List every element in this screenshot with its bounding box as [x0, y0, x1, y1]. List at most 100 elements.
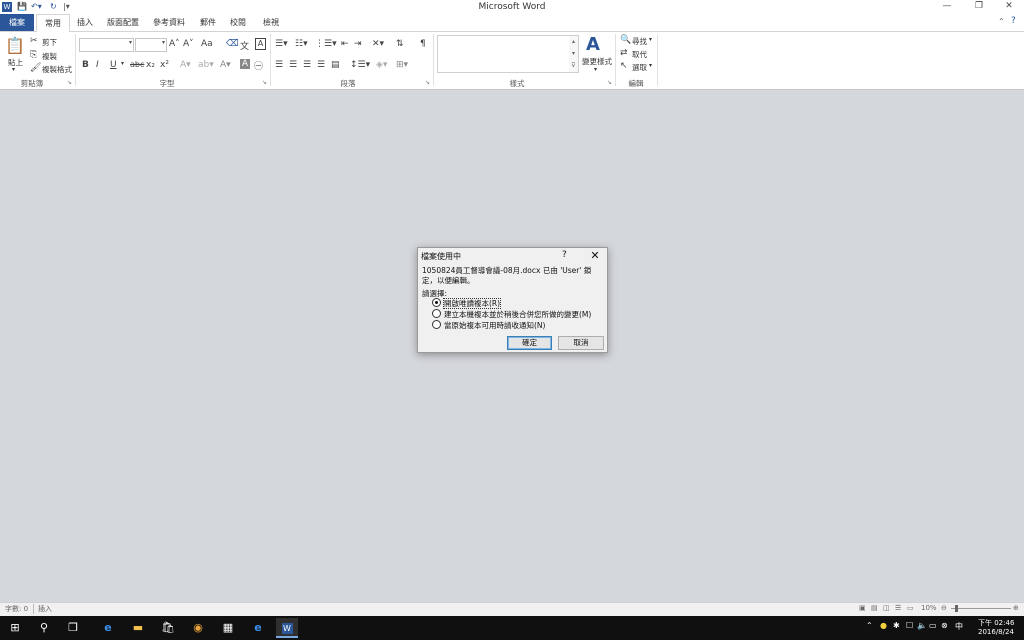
help-icon[interactable]: ? [1011, 16, 1016, 26]
styles-scroll-icon[interactable]: ▴ ▾ ⊽ [569, 35, 579, 73]
paste-label[interactable]: 貼上 [8, 57, 23, 68]
font-size-combo[interactable]: ▾ [135, 38, 167, 52]
outline-view-icon[interactable]: ☰ [895, 604, 901, 612]
draft-view-icon[interactable]: ▭ [907, 604, 914, 612]
chrome-icon[interactable]: ◉ [187, 618, 209, 638]
tab-file[interactable]: 檔案 [0, 14, 34, 31]
select-icon[interactable]: ↖ [620, 61, 628, 71]
store-icon[interactable]: 🛍 [157, 618, 179, 638]
search-icon[interactable]: ⚲ [33, 618, 55, 638]
zoom-level[interactable]: 10% [921, 604, 937, 612]
sort-icon[interactable]: ⇅ [396, 39, 404, 49]
replace-icon[interactable]: ⇄ [620, 48, 628, 58]
subscript-button[interactable]: x₂ [146, 60, 155, 70]
multilevel-list-icon[interactable]: ⋮☰▾ [315, 39, 337, 49]
styles-gallery[interactable] [437, 35, 571, 73]
distributed-icon[interactable]: ▤ [331, 60, 340, 70]
tray-app-icon[interactable]: ● [880, 621, 887, 630]
bullets-icon[interactable]: ☰▾ [275, 39, 288, 49]
font-color-icon[interactable]: A▾ [220, 60, 231, 70]
option-open-read-only[interactable]: 開啟唯讀複本(R) [432, 298, 502, 309]
full-screen-reading-icon[interactable]: ▤ [871, 604, 878, 612]
web-layout-icon[interactable]: ◫ [883, 604, 890, 612]
print-layout-view-icon[interactable]: ▣ [859, 604, 866, 612]
word-taskbar-icon[interactable]: W [276, 618, 298, 638]
font-name-combo[interactable]: ▾ [79, 38, 134, 52]
tab-home[interactable]: 常用 [36, 14, 70, 33]
decrease-indent-icon[interactable]: ⇤ [341, 39, 349, 49]
network-icon[interactable]: ☐ [906, 621, 913, 630]
asian-layout-icon[interactable]: ✕▾ [372, 39, 384, 49]
copy-icon[interactable]: ⎘ [30, 50, 37, 60]
dialog-help-button[interactable]: ? [562, 250, 567, 260]
strikethrough-button[interactable]: abc [130, 60, 144, 69]
clock-date[interactable]: 2016/8/24 [978, 628, 1014, 636]
radio-selected-icon[interactable] [432, 298, 441, 307]
tray-app-icon[interactable]: ✱ [893, 621, 900, 630]
tray-close-icon[interactable]: ⊗ [941, 621, 948, 630]
find-dropdown-icon[interactable]: ▾ [649, 36, 652, 43]
collapse-ribbon-icon[interactable]: ⌃ [998, 17, 1005, 26]
radio-icon[interactable] [432, 320, 441, 329]
radio-icon[interactable] [432, 309, 441, 318]
cancel-button[interactable]: 取消 [558, 336, 604, 350]
option-notify-when-available[interactable]: 當原始複本可用時請收通知(N) [432, 320, 545, 331]
format-painter-label[interactable]: 複製格式 [42, 64, 72, 75]
styles-dialog-launcher-icon[interactable]: ↘ [607, 79, 612, 86]
highlight-icon[interactable]: ab▾ [198, 60, 214, 70]
show-marks-icon[interactable]: ¶ [420, 39, 426, 49]
align-center-icon[interactable]: ☰ [289, 60, 297, 70]
borders-icon[interactable]: ⊞▾ [396, 60, 408, 70]
ok-button[interactable]: 確定 [507, 336, 552, 350]
change-styles-dropdown-icon[interactable]: ▾ [594, 66, 597, 73]
restore-button[interactable]: ❐ [964, 1, 994, 13]
edge-browser-icon[interactable]: e [97, 618, 119, 638]
line-spacing-icon[interactable]: ↕☰▾ [350, 60, 370, 70]
superscript-button[interactable]: x² [160, 60, 169, 70]
close-window-button[interactable]: ✕ [994, 1, 1024, 13]
tab-review[interactable]: 校閱 [226, 14, 250, 31]
minimize-button[interactable]: — [932, 1, 962, 13]
start-windows-icon[interactable]: ⊞ [4, 618, 26, 638]
select-dropdown-icon[interactable]: ▾ [649, 62, 652, 69]
shrink-font-icon[interactable]: A˅ [183, 39, 194, 49]
insert-mode[interactable]: 插入 [33, 604, 52, 614]
select-label[interactable]: 選取 [632, 62, 647, 73]
italic-button[interactable]: I [96, 60, 99, 70]
bold-button[interactable]: B [82, 60, 89, 70]
task-view-icon[interactable]: ❐ [62, 618, 84, 638]
internet-explorer-icon[interactable]: e [247, 618, 269, 638]
dialog-close-button[interactable]: ✕ [588, 249, 602, 262]
tab-mailings[interactable]: 郵件 [196, 14, 220, 31]
word-count[interactable]: 字數: 0 [5, 604, 28, 614]
font-dialog-launcher-icon[interactable]: ↘ [262, 79, 267, 86]
tab-page-layout[interactable]: 版面配置 [104, 14, 142, 31]
enclose-characters-icon[interactable]: ㊀ [254, 59, 263, 72]
paragraph-dialog-launcher-icon[interactable]: ↘ [425, 79, 430, 86]
format-painter-icon[interactable]: 🖌 [30, 63, 41, 73]
cut-icon[interactable]: ✂ [30, 36, 38, 46]
underline-dropdown-icon[interactable]: ▾ [121, 60, 124, 67]
tab-insert[interactable]: 插入 [72, 14, 98, 31]
copy-label[interactable]: 複製 [42, 51, 57, 62]
show-hidden-icons-icon[interactable]: ⌃ [866, 621, 873, 630]
paste-icon[interactable]: 📋 [5, 36, 25, 55]
tab-references[interactable]: 參考資料 [150, 14, 188, 31]
align-left-icon[interactable]: ☰ [275, 60, 283, 70]
numbering-icon[interactable]: ☷▾ [295, 39, 308, 49]
find-label[interactable]: 尋找 [632, 36, 647, 47]
text-effects-icon[interactable]: A▾ [180, 60, 191, 70]
increase-indent-icon[interactable]: ⇥ [354, 39, 362, 49]
file-explorer-icon[interactable]: ▬ [127, 618, 149, 638]
tab-view[interactable]: 檢視 [258, 14, 284, 31]
option-local-copy-merge[interactable]: 建立本機複本並於稍後合併您所做的變更(M) [432, 309, 591, 320]
paste-dropdown-icon[interactable]: ▾ [12, 66, 15, 73]
replace-label[interactable]: 取代 [632, 49, 647, 60]
change-case-icon[interactable]: Aa [201, 39, 213, 49]
align-right-icon[interactable]: ☰ [303, 60, 311, 70]
character-shading-icon[interactable]: A [240, 59, 250, 69]
calculator-icon[interactable]: ▦ [217, 618, 239, 638]
character-border-icon[interactable]: A [255, 38, 266, 50]
notification-icon[interactable]: ▭ [929, 621, 937, 630]
input-method-icon[interactable]: 中 [955, 621, 963, 632]
